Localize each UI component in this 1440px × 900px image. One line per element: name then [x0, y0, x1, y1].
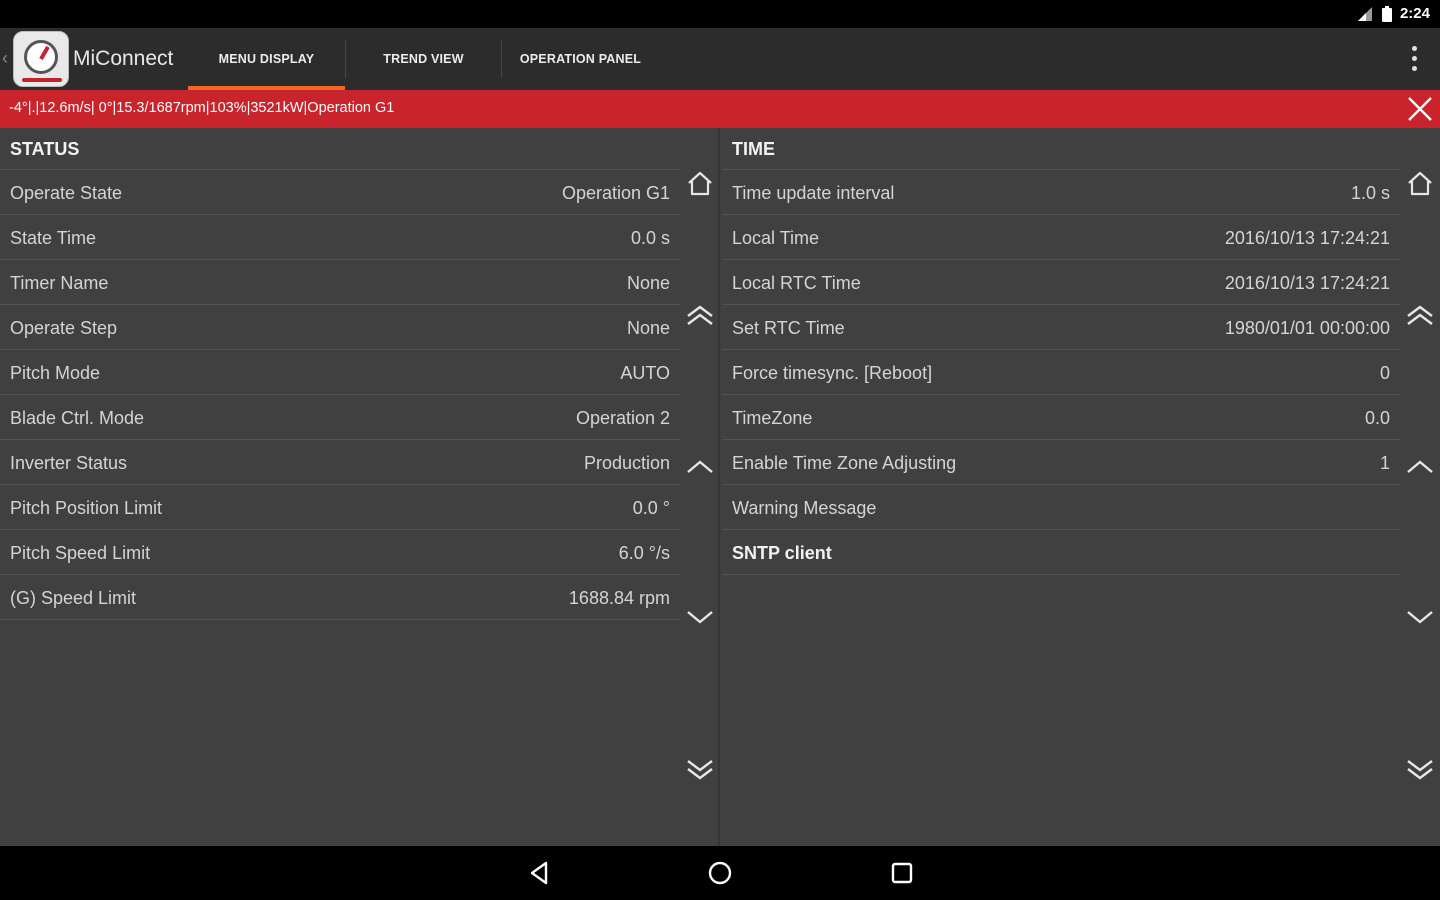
tab-menu-display[interactable]: MENU DISPLAY	[188, 28, 345, 90]
list-item[interactable]: Pitch Position Limit 0.0 °	[0, 485, 680, 530]
alert-banner: -4°|.|12.6m/s| 0°|15.3/1687rpm|103%|3521…	[0, 90, 1440, 128]
list-item[interactable]: TimeZone 0.0	[722, 395, 1400, 440]
list-item[interactable]: Set RTC Time 1980/01/01 00:00:00	[722, 305, 1400, 350]
list-item[interactable]: Time update interval 1.0 s	[722, 170, 1400, 215]
time-panel: TIME Time update interval 1.0 s Local Tim…	[720, 128, 1440, 846]
item-value: 0	[1379, 363, 1390, 383]
signal-icon	[1357, 6, 1372, 21]
item-label: Operate State	[10, 183, 123, 203]
item-value: 1688.84 rpm	[568, 588, 670, 608]
list-item[interactable]: SNTP client	[722, 530, 1400, 575]
double-chevron-down-icon[interactable]	[684, 753, 716, 785]
item-label: Timer Name	[10, 273, 109, 293]
tab-operation-panel[interactable]: OPERATION PANEL	[502, 28, 659, 90]
item-value: 2016/10/13 17:24:21	[1224, 273, 1390, 293]
item-label: Time update interval	[732, 183, 895, 203]
item-label: Operate Step	[10, 318, 118, 338]
close-icon[interactable]	[1406, 95, 1434, 123]
item-label: State Time	[10, 228, 97, 248]
status-header: STATUS	[0, 128, 680, 170]
more-vert-icon[interactable]	[1410, 46, 1418, 71]
item-label: Set RTC Time	[732, 318, 845, 338]
list-item[interactable]: Inverter Status Production	[0, 440, 680, 485]
status-icons: 2:24	[1356, 5, 1430, 22]
battery-icon	[1381, 5, 1392, 22]
back-icon[interactable]	[525, 858, 555, 888]
app-bar: ‹ MiConnect MENU DISPLAY TREND VIEW OPER…	[0, 28, 1440, 90]
status-panel: STATUS Operate State Operation G1 State T…	[0, 128, 718, 846]
app-logo[interactable]	[13, 31, 69, 87]
list-item[interactable]: State Time 0.0 s	[0, 215, 680, 260]
item-value: Operation 2	[575, 408, 670, 428]
item-label: (G) Speed Limit	[10, 588, 137, 608]
item-label: Blade Ctrl. Mode	[10, 408, 145, 428]
home-icon[interactable]	[684, 168, 716, 200]
list-item[interactable]: Timer Name None	[0, 260, 680, 305]
item-label: Local Time	[732, 228, 820, 248]
list-item[interactable]: Warning Message	[722, 485, 1400, 530]
list-item[interactable]: Operate State Operation G1	[0, 170, 680, 215]
tab-trend-view[interactable]: TREND VIEW	[346, 28, 501, 90]
home-circle-icon[interactable]	[705, 858, 735, 888]
recents-icon[interactable]	[887, 858, 917, 888]
item-value: 1980/01/01 00:00:00	[1224, 318, 1390, 338]
back-caret-icon[interactable]: ‹	[2, 48, 8, 69]
list-item[interactable]: Operate Step None	[0, 305, 680, 350]
list-item[interactable]: Force timesync. [Reboot] 0	[722, 350, 1400, 395]
item-value: None	[626, 273, 670, 293]
clock: 2:24	[1399, 5, 1430, 22]
double-chevron-up-icon[interactable]	[684, 300, 716, 332]
list-item[interactable]: Pitch Mode AUTO	[0, 350, 680, 395]
chevron-up-icon[interactable]	[1404, 450, 1436, 482]
list-item[interactable]: (G) Speed Limit 1688.84 rpm	[0, 575, 680, 620]
item-label: Local RTC Time	[732, 273, 861, 293]
home-icon[interactable]	[1404, 168, 1436, 200]
double-chevron-down-icon[interactable]	[1404, 753, 1436, 785]
panel-title: TIME	[732, 139, 775, 159]
item-label: Pitch Position Limit	[10, 498, 163, 518]
item-value: Production	[583, 453, 670, 473]
item-value: 0.0 °	[632, 498, 670, 518]
list-item[interactable]: Local Time 2016/10/13 17:24:21	[722, 215, 1400, 260]
item-label: TimeZone	[732, 408, 813, 428]
item-value: 1	[1379, 453, 1390, 473]
app-title: MiConnect	[73, 47, 174, 70]
item-label: Pitch Mode	[10, 363, 101, 383]
gauge-icon	[24, 40, 58, 74]
system-status-bar: 2:24	[0, 0, 1440, 28]
item-label: Enable Time Zone Adjusting	[732, 453, 957, 473]
system-nav-bar	[0, 846, 1440, 900]
panel-title: STATUS	[10, 139, 80, 159]
item-label: Pitch Speed Limit	[10, 543, 151, 563]
list-item[interactable]: Local RTC Time 2016/10/13 17:24:21	[722, 260, 1400, 305]
item-label: Warning Message	[732, 498, 877, 518]
item-value: 0.0 s	[630, 228, 670, 248]
item-value: 6.0 °/s	[618, 543, 670, 563]
item-value: AUTO	[620, 363, 670, 383]
list-item[interactable]: Enable Time Zone Adjusting 1	[722, 440, 1400, 485]
item-value: Operation G1	[561, 183, 670, 203]
alert-text: -4°|.|12.6m/s| 0°|15.3/1687rpm|103%|3521…	[9, 100, 395, 116]
item-value: None	[626, 318, 670, 338]
item-value: 1.0 s	[1350, 183, 1390, 203]
item-label: Force timesync. [Reboot]	[732, 363, 933, 383]
item-label: SNTP client	[732, 543, 832, 563]
list-item[interactable]: Blade Ctrl. Mode Operation 2	[0, 395, 680, 440]
chevron-down-icon[interactable]	[684, 602, 716, 634]
chevron-down-icon[interactable]	[1404, 602, 1436, 634]
chevron-up-icon[interactable]	[684, 450, 716, 482]
time-header: TIME	[722, 128, 1400, 170]
item-value: 0.0	[1364, 408, 1390, 428]
item-label: Inverter Status	[10, 453, 128, 473]
list-item[interactable]: Pitch Speed Limit 6.0 °/s	[0, 530, 680, 575]
double-chevron-up-icon[interactable]	[1404, 300, 1436, 332]
item-value: 2016/10/13 17:24:21	[1224, 228, 1390, 248]
